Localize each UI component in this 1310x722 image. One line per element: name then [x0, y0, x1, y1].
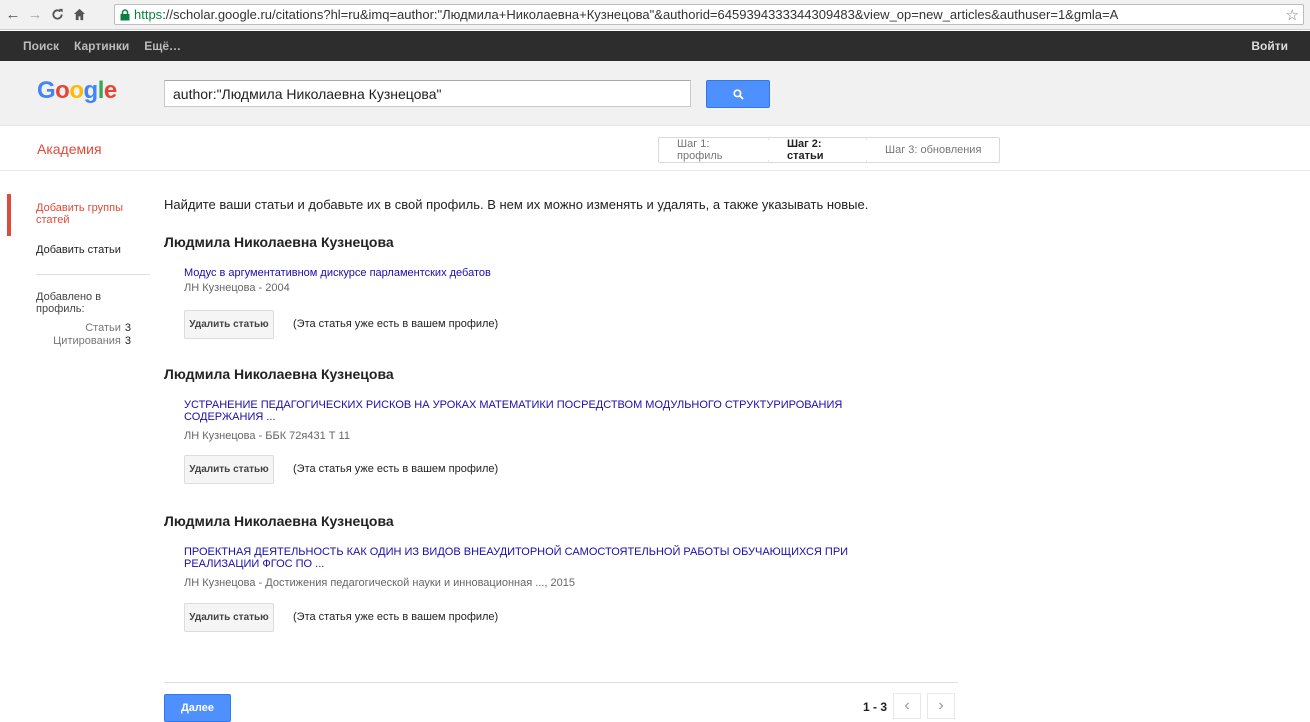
signin-link[interactable]: Войти	[1251, 39, 1288, 53]
reload-icon[interactable]	[48, 6, 66, 24]
address-bar[interactable]: https://scholar.google.ru/citations?hl=r…	[114, 4, 1304, 25]
already-in-profile-note: (Эта статья уже есть в вашем профиле)	[293, 611, 499, 623]
step-breadcrumb: Шаг 1: профиль Шаг 2: статьи Шаг 3: обно…	[658, 137, 1000, 163]
article-title-link[interactable]: ПРОЕКТНАЯ ДЕЯТЕЛЬНОСТЬ КАК ОДИН ИЗ ВИДОВ…	[184, 546, 924, 570]
sidebar-item-add-groups[interactable]: Добавить группы статей	[36, 202, 146, 226]
google-bar: Поиск Картинки Ещё… Войти	[0, 31, 1310, 61]
stat-value: 3	[124, 335, 131, 347]
step-updates: Шаг 3: обновления	[867, 138, 999, 162]
article-meta: ЛН Кузнецова - 2004	[184, 282, 290, 294]
next-button[interactable]: Далее	[164, 694, 231, 722]
pager-range: 1 - 3	[863, 700, 888, 714]
prev-page-icon[interactable]: ‹	[893, 693, 921, 719]
forward-arrow-icon[interactable]: →	[26, 6, 44, 24]
added-label: Добавлено в профиль:	[36, 291, 102, 315]
stat-citations: Цитирования 3	[36, 335, 131, 347]
remove-article-button[interactable]: Удалить статью	[184, 455, 274, 484]
search-button[interactable]	[706, 80, 770, 108]
remove-article-button[interactable]: Удалить статью	[184, 310, 274, 339]
sidebar-divider	[36, 274, 150, 275]
browser-toolbar: ← → https://scholar.google.ru/citations?…	[0, 0, 1310, 30]
author-heading: Людмила Николаевна Кузнецова	[164, 513, 394, 529]
stat-value: 3	[124, 322, 131, 334]
article-title-link[interactable]: Модус в аргументативном дискурсе парламе…	[184, 267, 944, 279]
search-input[interactable]	[164, 80, 691, 107]
author-heading: Людмила Николаевна Кузнецова	[164, 234, 394, 250]
intro-text: Найдите ваши статьи и добавьте их в свой…	[164, 197, 869, 212]
next-page-icon[interactable]: ›	[927, 693, 955, 719]
article-meta: ЛН Кузнецова - ББК 72я431 Т 11	[184, 430, 350, 442]
article-group: Людмила Николаевна Кузнецова УСТРАНЕНИЕ …	[164, 366, 944, 484]
gbar-images-link[interactable]: Картинки	[74, 39, 129, 53]
remove-article-button[interactable]: Удалить статью	[184, 603, 274, 632]
article-title-link[interactable]: УСТРАНЕНИЕ ПЕДАГОГИЧЕСКИХ РИСКОВ НА УРОК…	[184, 399, 924, 423]
stat-articles: Статьи 3	[36, 322, 131, 334]
url-scheme: https	[134, 7, 163, 22]
subheader: Академия Шаг 1: профиль Шаг 2: статьи Ша…	[0, 127, 1310, 171]
step-articles: Шаг 2: статьи	[769, 138, 867, 162]
stat-label: Цитирования	[53, 335, 121, 347]
article-meta: ЛН Кузнецова - Достижения педагогической…	[184, 577, 575, 589]
gbar-more-link[interactable]: Ещё…	[144, 39, 181, 53]
google-logo[interactable]: Google	[37, 77, 117, 105]
footer-divider	[164, 682, 958, 683]
author-heading: Людмила Николаевна Кузнецова	[164, 366, 394, 382]
gbar-search-link[interactable]: Поиск	[23, 39, 59, 53]
lock-icon	[120, 8, 130, 20]
already-in-profile-note: (Эта статья уже есть в вашем профиле)	[293, 463, 499, 475]
bookmark-star-icon[interactable]: ☆	[1285, 6, 1299, 24]
step-profile: Шаг 1: профиль	[659, 138, 769, 162]
home-icon[interactable]	[70, 6, 88, 24]
article-group: Людмила Николаевна Кузнецова Модус в арг…	[164, 234, 944, 339]
back-arrow-icon[interactable]: ←	[4, 6, 22, 24]
stat-label: Статьи	[85, 322, 121, 334]
scholar-header: Google	[0, 61, 1310, 126]
article-group: Людмила Николаевна Кузнецова ПРОЕКТНАЯ Д…	[164, 513, 944, 632]
scholar-brand[interactable]: Академия	[37, 141, 102, 157]
already-in-profile-note: (Эта статья уже есть в вашем профиле)	[293, 318, 499, 330]
active-indicator	[7, 194, 11, 236]
url-text: ://scholar.google.ru/citations?hl=ru&imq…	[162, 7, 1119, 22]
search-icon	[732, 88, 744, 100]
sidebar-item-add-articles[interactable]: Добавить статьи	[36, 244, 121, 256]
